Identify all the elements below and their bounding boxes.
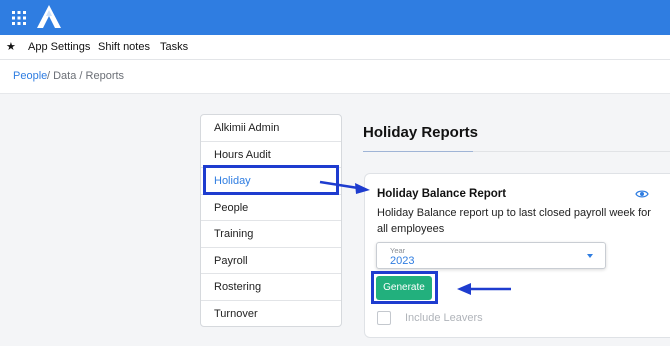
alkimii-logo-icon[interactable] [36,4,62,30]
year-select-value: 2023 [390,255,415,267]
nav-tasks[interactable]: Tasks [160,41,188,53]
nav-app-settings[interactable]: App Settings [28,41,90,53]
year-select[interactable]: Year 2023 [376,242,606,269]
chevron-down-icon [587,254,593,258]
secondary-nav: ★ App Settings Shift notes Tasks [0,35,670,60]
report-title: Holiday Balance Report [377,188,507,200]
title-divider-accent [363,151,473,152]
menu-item-rostering[interactable]: Rostering [201,274,341,301]
annotation-highlight-generate [371,271,438,304]
nav-shift-notes[interactable]: Shift notes [98,41,150,53]
apps-grid-icon[interactable] [12,11,26,25]
menu-item-alkimii-admin[interactable]: Alkimii Admin [201,115,341,142]
breadcrumb-people-link[interactable]: People [13,70,47,82]
include-leavers-checkbox[interactable] [377,311,391,325]
menu-item-turnover[interactable]: Turnover [201,301,341,327]
top-app-bar [0,0,670,35]
page-title: Holiday Reports [363,124,479,141]
breadcrumb: People / Data / Reports [0,60,670,94]
breadcrumb-trail: / Data / Reports [47,70,125,82]
star-icon[interactable]: ★ [6,40,16,53]
eye-icon[interactable] [635,188,649,200]
menu-item-people[interactable]: People [201,195,341,221]
menu-item-training[interactable]: Training [201,221,341,248]
report-category-menu: Alkimii Admin Hours Audit Holiday People… [200,114,342,327]
report-description: Holiday Balance report up to last closed… [377,207,651,235]
menu-item-payroll[interactable]: Payroll [201,248,341,274]
year-select-label: Year [390,246,406,255]
include-leavers-label: Include Leavers [405,312,483,324]
annotation-highlight-holiday [203,165,339,195]
